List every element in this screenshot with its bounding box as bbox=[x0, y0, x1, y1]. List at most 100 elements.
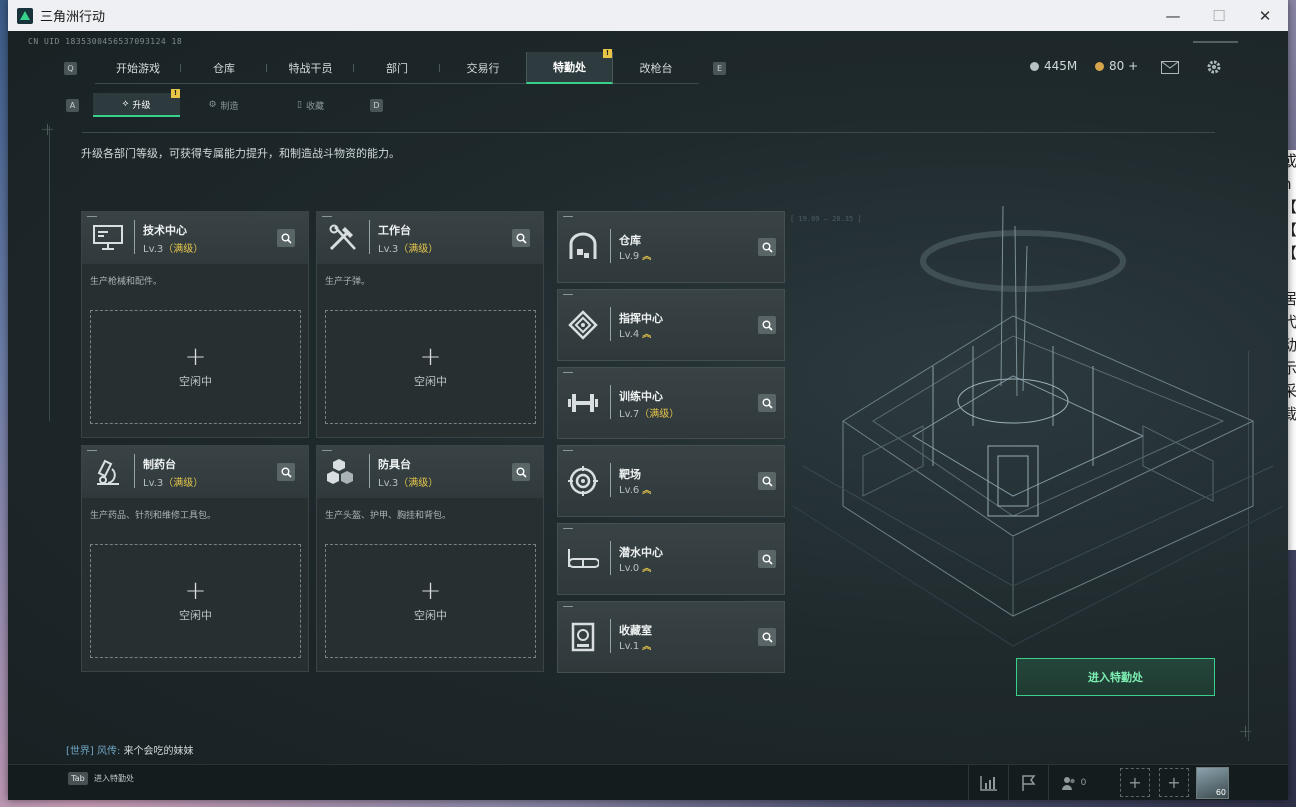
search-icon[interactable] bbox=[512, 229, 530, 247]
sub-nav: A ⟡ 升级 ! ⚙ 制造 ▯ 收藏 D bbox=[66, 89, 383, 117]
tab-operators[interactable]: 特战干员 bbox=[267, 52, 354, 84]
dept-card-pharmacy[interactable]: 制药台 Lv.3（满级） 生产药品、针剂和维修工具包。 + 空闲中 bbox=[81, 445, 309, 672]
tab-warehouse[interactable]: 仓库 bbox=[181, 52, 267, 84]
friends-icon bbox=[1061, 777, 1075, 790]
max-level-tag: （满级） bbox=[398, 244, 439, 255]
subtab-craft[interactable]: ⚙ 制造 bbox=[180, 93, 267, 117]
maximize-button[interactable]: ☐ bbox=[1196, 0, 1242, 31]
level-value: Lv.9 bbox=[619, 251, 640, 262]
key-hint-d: D bbox=[370, 98, 383, 112]
key-hint-q: Q bbox=[64, 61, 77, 75]
tab-label: 开始游戏 bbox=[116, 62, 160, 75]
card-header: 工作台 Lv.3（满级） bbox=[317, 212, 543, 264]
card-divider bbox=[134, 220, 135, 254]
dept-card-shooting-range[interactable]: 靶场 Lv.6 ︽ bbox=[557, 445, 785, 517]
slot-status: 空闲中 bbox=[179, 609, 212, 622]
minimize-button[interactable]: — bbox=[1150, 0, 1196, 31]
dept-card-warehouse[interactable]: 仓库 Lv.9 ︽ bbox=[557, 211, 785, 283]
tab-key-hint[interactable]: Tab 进入特勤处 bbox=[68, 772, 134, 785]
friends-count: 0 bbox=[1080, 778, 1087, 788]
main-nav: Q 开始游戏 仓库 特战干员 部门 交易行 特勤处! 改枪台 E bbox=[64, 49, 726, 84]
world-chat-line[interactable]: [世界] 风传: 来个会吃的妹妹 bbox=[66, 742, 194, 757]
level-value: Lv.6 bbox=[619, 485, 640, 496]
search-icon[interactable] bbox=[512, 463, 530, 481]
production-slot[interactable]: + 空闲中 bbox=[90, 544, 301, 658]
search-icon[interactable] bbox=[758, 394, 776, 412]
mail-icon[interactable] bbox=[1161, 58, 1179, 76]
dept-card-armor-bench[interactable]: 防具台 Lv.3（满级） 生产头盔、护甲、胸挂和背包。 + 空闲中 bbox=[316, 445, 544, 672]
card-title: 制药台 bbox=[143, 458, 176, 471]
dept-card-dive-center[interactable]: 潜水中心 Lv.0 ︽ bbox=[557, 523, 785, 595]
dept-card-training-center[interactable]: 训练中心 Lv.7（满级） bbox=[557, 367, 785, 439]
monitor-icon bbox=[91, 222, 125, 254]
search-icon[interactable] bbox=[758, 550, 776, 568]
dept-card-tech-center[interactable]: 技术中心 Lv.3（满级） 生产枪械和配件。 + 空闲中 bbox=[81, 211, 309, 438]
top-decoration bbox=[1193, 41, 1238, 43]
card-level: Lv.6 ︽ bbox=[619, 483, 651, 496]
card-level: Lv.3（满级） bbox=[143, 240, 203, 255]
tools-icon bbox=[326, 222, 360, 254]
tab-trading[interactable]: 交易行 bbox=[440, 52, 526, 84]
friends-button[interactable]: 0 bbox=[1048, 765, 1098, 800]
add-teammate-slot-1[interactable]: + bbox=[1120, 768, 1150, 797]
card-title: 技术中心 bbox=[143, 224, 187, 237]
currency-1[interactable]: 445M bbox=[1030, 59, 1077, 73]
main-tabs: 开始游戏 仓库 特战干员 部门 交易行 特勤处! 改枪台 bbox=[95, 49, 699, 84]
add-teammate-slot-2[interactable]: + bbox=[1159, 768, 1189, 797]
bottom-bar: Tab 进入特勤处 0 + + 60 bbox=[8, 764, 1288, 800]
command-icon bbox=[566, 309, 600, 341]
crosshair-deco: + bbox=[1238, 721, 1254, 742]
coin-icon bbox=[1030, 61, 1039, 71]
dept-card-workbench[interactable]: 工作台 Lv.3（满级） 生产子弹。 + 空闲中 bbox=[316, 211, 544, 438]
level-value: Lv.7 bbox=[619, 409, 640, 420]
key-hint-a: A bbox=[66, 98, 79, 112]
search-icon[interactable] bbox=[758, 472, 776, 490]
close-button[interactable]: ✕ bbox=[1242, 0, 1288, 31]
search-icon[interactable] bbox=[758, 628, 776, 646]
production-slot[interactable]: + 空闲中 bbox=[325, 310, 536, 424]
tab-label: 交易行 bbox=[466, 62, 500, 75]
subtab-collection[interactable]: ▯ 收藏 bbox=[267, 93, 354, 117]
divider bbox=[82, 132, 1215, 133]
tab-special-ops[interactable]: 特勤处! bbox=[526, 49, 613, 84]
card-divider bbox=[134, 454, 135, 488]
avatar[interactable]: 60 bbox=[1196, 767, 1229, 799]
target-icon bbox=[566, 465, 600, 497]
dept-card-command-center[interactable]: 指挥中心 Lv.4 ︽ bbox=[557, 289, 785, 361]
stats-chart-icon[interactable] bbox=[968, 765, 1008, 800]
currency-2[interactable]: 80 + bbox=[1095, 59, 1138, 73]
cn-uid: CN UID 1835300456537093124 18 bbox=[28, 37, 183, 46]
app-logo-icon bbox=[17, 7, 33, 24]
subtab-upgrade[interactable]: ⟡ 升级 ! bbox=[93, 89, 180, 117]
card-level: Lv.7（满级） bbox=[619, 405, 679, 420]
search-icon[interactable] bbox=[277, 229, 295, 247]
card-description: 生产子弹。 bbox=[325, 277, 371, 287]
search-icon[interactable] bbox=[758, 238, 776, 256]
card-title: 指挥中心 bbox=[619, 312, 663, 325]
enter-special-ops-button[interactable]: 进入特勤处 bbox=[1016, 658, 1215, 696]
tab-label: 部门 bbox=[386, 62, 408, 75]
card-description: 生产药品、针剂和维修工具包。 bbox=[90, 511, 217, 521]
slot-status: 空闲中 bbox=[179, 375, 212, 388]
production-slot[interactable]: + 空闲中 bbox=[90, 310, 301, 424]
tab-gunsmith[interactable]: 改枪台 bbox=[613, 52, 699, 84]
tab-start-game[interactable]: 开始游戏 bbox=[95, 52, 181, 84]
level-value: Lv.4 bbox=[619, 329, 640, 340]
search-icon[interactable] bbox=[758, 316, 776, 334]
production-slot[interactable]: + 空闲中 bbox=[325, 544, 536, 658]
card-divider bbox=[610, 541, 611, 575]
tab-departments[interactable]: 部门 bbox=[354, 52, 440, 84]
page-description: 升级各部门等级，可获得专属能力提升，和制造战斗物资的能力。 bbox=[81, 147, 400, 160]
search-icon[interactable] bbox=[277, 463, 295, 481]
settings-gear-icon[interactable] bbox=[1205, 58, 1223, 76]
dept-card-collection-room[interactable]: 收藏室 Lv.1 ︽ bbox=[557, 601, 785, 673]
card-divider bbox=[610, 229, 611, 263]
flag-icon[interactable] bbox=[1008, 765, 1048, 800]
upgrade-icon: ⟡ bbox=[122, 99, 129, 109]
chat-message: 来个会吃的妹妹 bbox=[123, 746, 194, 757]
game-window: 三角洲行动 — ☐ ✕ CN UID 1835300456537093124 1… bbox=[8, 0, 1288, 800]
avatar-level: 60 bbox=[1215, 788, 1226, 797]
tab-key: Tab bbox=[68, 772, 88, 785]
card-level: Lv.0 ︽ bbox=[619, 561, 651, 574]
tab-key-label: 进入特勤处 bbox=[94, 774, 134, 783]
